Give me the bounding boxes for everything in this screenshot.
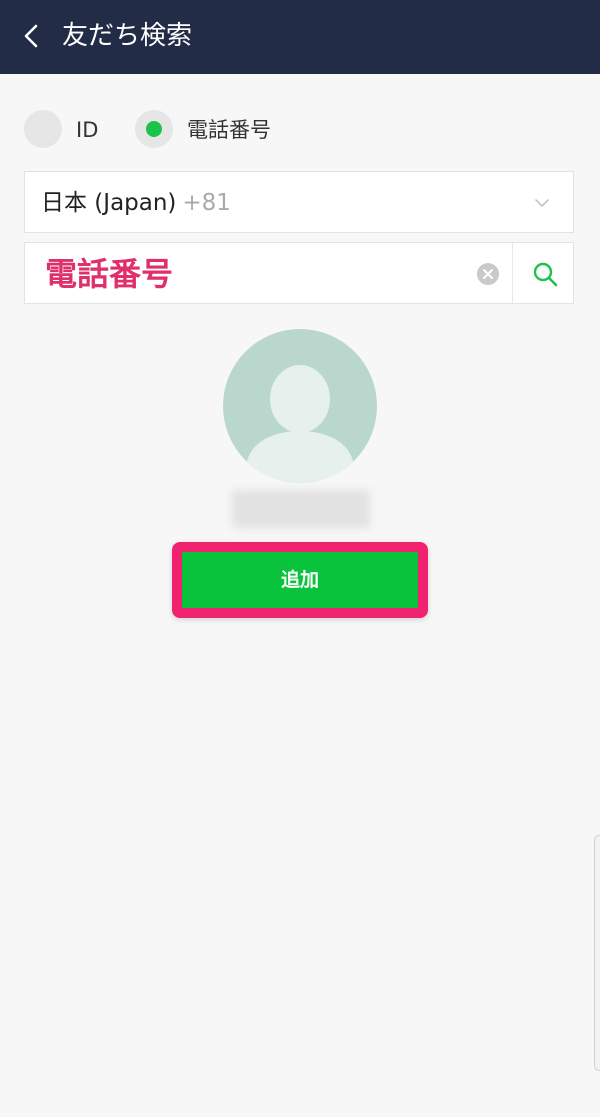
country-value: 日本 (Japan) +81 <box>41 187 231 219</box>
search-icon[interactable] <box>531 260 559 288</box>
clear-icon[interactable] <box>476 262 500 286</box>
radio-phone[interactable] <box>135 110 173 148</box>
search-type-selector: ID 電話番号 <box>0 110 600 152</box>
add-button-highlight: 追加 <box>172 542 428 618</box>
add-button[interactable]: 追加 <box>182 552 418 608</box>
radio-selected-dot <box>146 121 162 137</box>
country-code: +81 <box>182 190 231 216</box>
chevron-down-icon <box>535 199 549 207</box>
phone-search-field <box>24 242 574 304</box>
scroll-handle[interactable] <box>594 835 600 1071</box>
user-display-name <box>232 490 370 528</box>
country-name: 日本 (Japan) <box>41 190 177 216</box>
header-bar: 友だち検索 <box>0 0 600 74</box>
page-title: 友だち検索 <box>62 21 193 51</box>
back-icon[interactable] <box>17 22 45 50</box>
radio-id-label[interactable]: ID <box>76 115 98 145</box>
phone-input[interactable] <box>45 257 465 291</box>
radio-phone-label[interactable]: 電話番号 <box>187 115 271 145</box>
field-divider <box>512 243 513 303</box>
avatar <box>223 329 377 483</box>
radio-id[interactable] <box>24 110 62 148</box>
default-avatar-icon <box>243 365 357 483</box>
country-select[interactable]: 日本 (Japan) +81 <box>24 171 574 233</box>
